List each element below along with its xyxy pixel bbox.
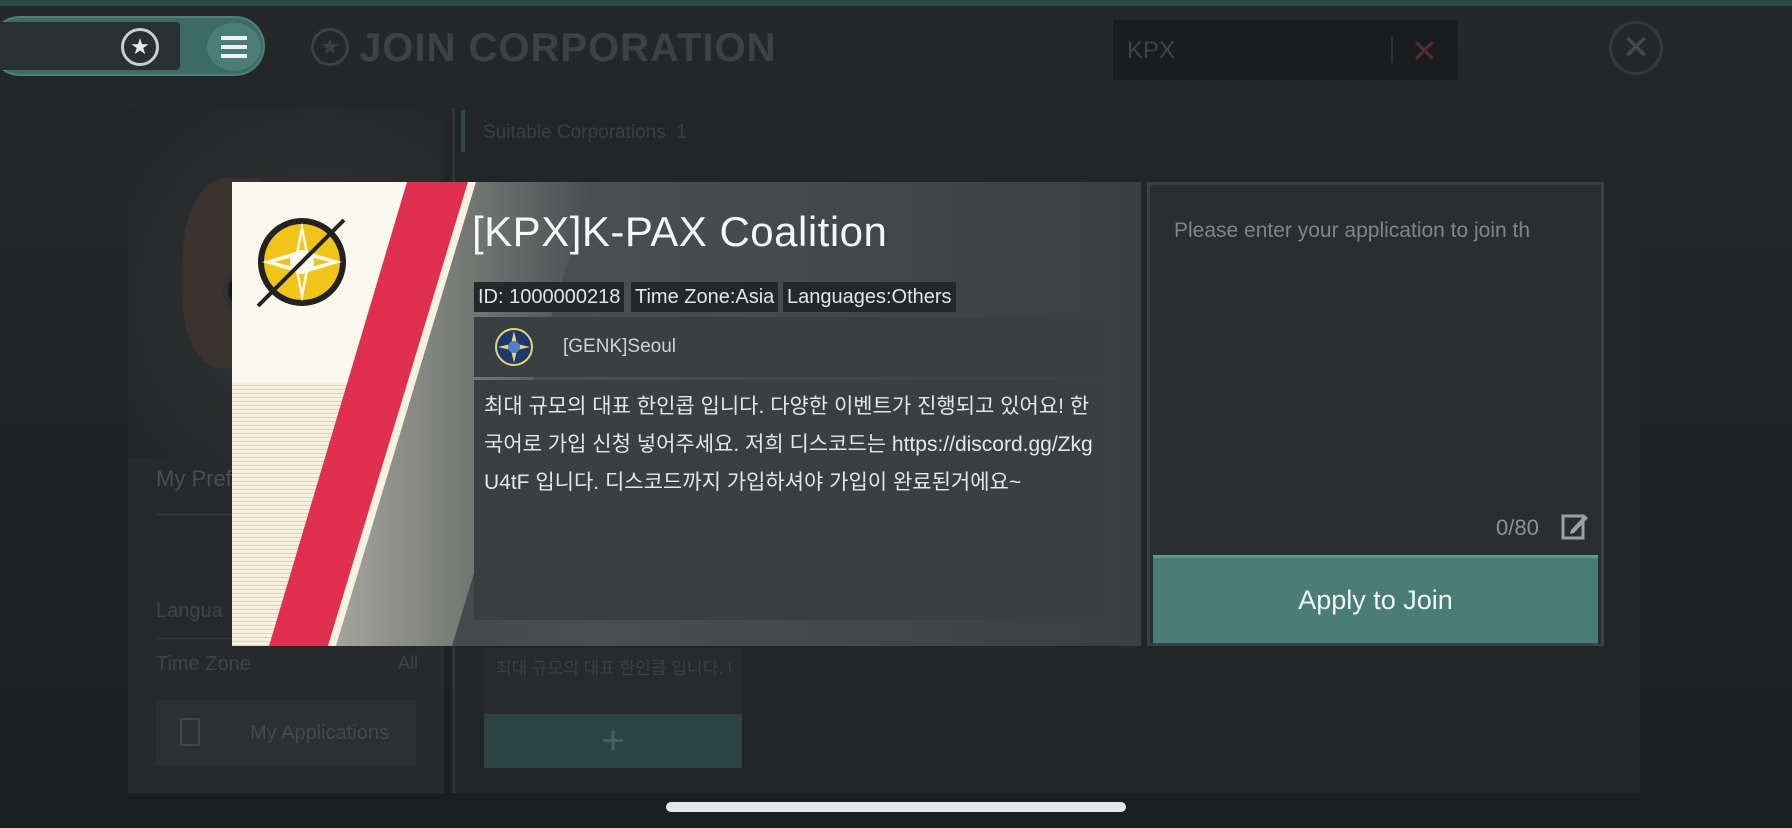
page-title: JOIN CORPORATION [359, 26, 777, 70]
menu-icon[interactable] [207, 23, 261, 71]
clipboard-icon [180, 718, 200, 746]
close-icon[interactable]: ✕ [1609, 21, 1663, 75]
my-applications-label: My Applications [250, 722, 389, 744]
home-indicator[interactable] [666, 802, 1126, 812]
search-divider [1391, 37, 1393, 63]
character-counter: 0/80 [1496, 515, 1539, 540]
corporation-name: [KPX]K-PAX Coalition [472, 208, 888, 255]
description-box: 최대 규모의 대표 한인콥 입니다. 다양한 이벤트가 진행되고 있어요! 한국… [474, 380, 1108, 620]
apply-to-join-button[interactable]: Apply to Join [1153, 555, 1598, 643]
timezone-label[interactable]: Time Zone [156, 653, 251, 676]
suitable-label: Suitable Corporations [483, 122, 666, 143]
corporation-star-icon: ★ [311, 28, 349, 66]
language-label[interactable]: Langua [156, 600, 223, 623]
star-icon[interactable]: ★ [121, 28, 159, 66]
top-accent-line [0, 0, 1792, 6]
card-description-preview: 최대 규모의 대표 한인콥 입니다. 다양한 이벤트가 진행되고 있어... [496, 659, 732, 678]
application-input[interactable] [1174, 219, 1574, 243]
leader-row: [GENK]Seoul [474, 317, 1108, 377]
leader-emblem-icon [495, 328, 533, 366]
search-field[interactable]: KPX ✕ [1113, 20, 1458, 80]
section-accent-bar [461, 110, 465, 152]
corporation-emblem [256, 218, 346, 308]
leader-name: [GENK]Seoul [563, 336, 676, 357]
corporation-description: 최대 규모의 대표 한인콥 입니다. 다양한 이벤트가 진행되고 있어요! 한국… [484, 395, 1093, 494]
plus-icon[interactable]: + [484, 714, 742, 768]
edit-icon[interactable] [1561, 512, 1589, 540]
corporation-card[interactable]: 최대 규모의 대표 한인콥 입니다. 다양한 이벤트가 진행되고 있어... + [484, 648, 742, 768]
corporation-languages: Languages:Others [783, 282, 956, 312]
timezone-value[interactable]: All [398, 653, 418, 674]
search-input[interactable]: KPX [1127, 37, 1175, 65]
corporation-time-zone: Time Zone:Asia [631, 282, 779, 312]
my-applications-button[interactable]: My Applications [156, 700, 416, 766]
clear-search-icon[interactable]: ✕ [1411, 32, 1438, 70]
corporation-id: ID: 1000000218 [474, 282, 625, 312]
preferences-label: My Pref [156, 466, 232, 491]
application-form: 0/80 Apply to Join [1147, 182, 1604, 646]
suitable-corporations-heading: Suitable Corporations 1 [483, 122, 687, 144]
suitable-count: 1 [676, 122, 687, 143]
